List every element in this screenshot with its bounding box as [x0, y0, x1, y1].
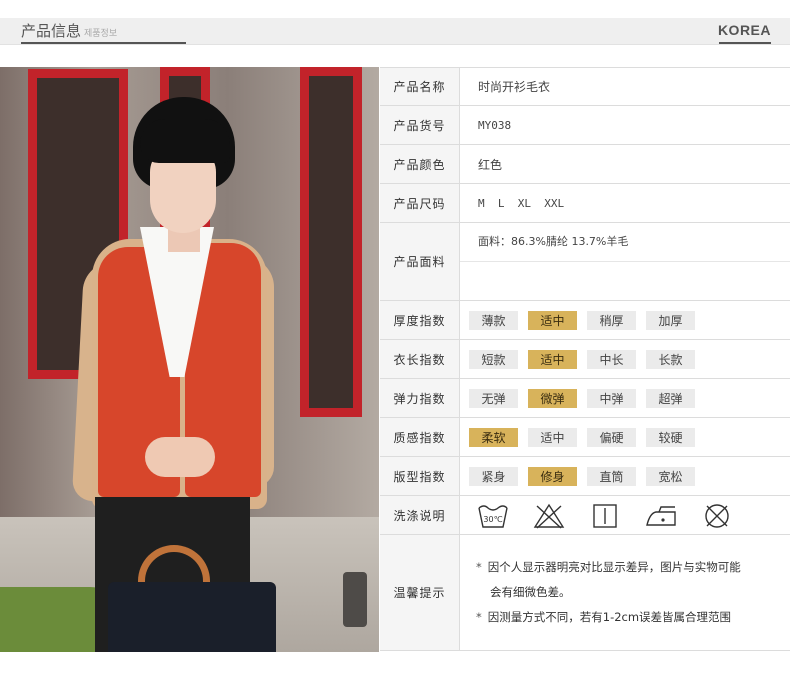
index-option: 适中 — [528, 350, 577, 369]
index-option: 长款 — [646, 350, 695, 369]
no-bleach-icon — [533, 503, 565, 529]
brand-label: KOREA — [717, 22, 771, 38]
index-label: 弹力指数 — [380, 379, 460, 417]
brand-underline — [719, 42, 771, 44]
tips-row: 温馨提示 * 因个人显示器明亮对比显示差异，图片与实物可能 会有细微色差。 * 因测… — [380, 535, 790, 651]
spec-value: 面料：86.3%腈纶 13.7%羊毛 — [478, 235, 629, 248]
index-row-texture: 质感指数 柔软 适中 偏硬 较硬 — [380, 418, 790, 457]
index-label: 衣长指数 — [380, 340, 460, 378]
index-option: 紧身 — [469, 467, 518, 486]
spec-value: 时尚开衫毛衣 — [478, 80, 551, 94]
index-options: 柔软 适中 偏硬 较硬 — [469, 428, 695, 447]
index-option: 微弹 — [528, 389, 577, 408]
index-row-thickness: 厚度指数 薄款 适中 稍厚 加厚 — [380, 301, 790, 340]
row-divider — [460, 261, 790, 262]
model-hands — [145, 437, 215, 477]
index-option: 直筒 — [587, 467, 636, 486]
index-option: 适中 — [528, 311, 577, 330]
index-option: 短款 — [469, 350, 518, 369]
index-option: 偏硬 — [587, 428, 636, 447]
tip-text: 因个人显示器明亮对比显示差异，图片与实物可能 — [487, 560, 741, 574]
tips-label: 温馨提示 — [380, 535, 460, 650]
index-option: 中弹 — [587, 389, 636, 408]
model-fringe — [140, 119, 230, 163]
low-iron-icon — [646, 506, 676, 526]
spec-row-code: 产品货号 MY038 — [380, 106, 790, 145]
wash-30-icon: 30℃ — [478, 505, 508, 528]
section-header: 产品信息 제품정보 KOREA — [0, 18, 790, 45]
line-dry-icon — [593, 504, 617, 528]
index-options: 无弹 微弹 中弹 超弹 — [469, 389, 695, 408]
spec-label: 产品尺码 — [380, 184, 460, 222]
tip-line: 会有细微色差。 — [490, 585, 571, 599]
spec-row-color: 产品颜色 红色 — [380, 145, 790, 184]
index-option: 适中 — [528, 428, 577, 447]
index-options: 短款 适中 中长 长款 — [469, 350, 695, 369]
tip-text: 因测量方式不同，若有1-2cm误差皆属合理范围 — [487, 610, 732, 624]
photo-post — [343, 572, 367, 627]
section-title: 产品信息 — [21, 22, 82, 40]
index-option: 稍厚 — [587, 311, 636, 330]
no-dry-clean-icon — [705, 504, 729, 528]
index-row-elasticity: 弹力指数 无弹 微弹 中弹 超弹 — [380, 379, 790, 418]
tip-bullet: * — [476, 610, 482, 624]
care-label: 洗涤说明 — [380, 496, 460, 534]
index-option: 较硬 — [646, 428, 695, 447]
tips-text: * 因个人显示器明亮对比显示差异，图片与实物可能 会有细微色差。 * 因测量方式不同… — [476, 555, 741, 630]
model-bag — [108, 582, 276, 652]
wash-temp-label: 30℃ — [483, 515, 502, 524]
spec-value: M L XL XXL — [478, 196, 565, 210]
spec-label: 产品名称 — [380, 68, 460, 105]
index-option: 柔软 — [469, 428, 518, 447]
spec-label: 产品颜色 — [380, 145, 460, 183]
section-subtitle: 제품정보 — [84, 29, 118, 39]
product-photo — [0, 67, 379, 652]
index-row-fit: 版型指数 紧身 修身 直筒 宽松 — [380, 457, 790, 496]
index-label: 版型指数 — [380, 457, 460, 495]
index-option: 修身 — [528, 467, 577, 486]
title-underline — [21, 42, 186, 44]
care-row: 洗涤说明 30℃ — [380, 496, 790, 535]
spec-row-fabric: 产品面料 面料：86.3%腈纶 13.7%羊毛 — [380, 223, 790, 301]
index-option: 超弹 — [646, 389, 695, 408]
index-label: 厚度指数 — [380, 301, 460, 339]
index-options: 紧身 修身 直筒 宽松 — [469, 467, 695, 486]
index-option: 加厚 — [646, 311, 695, 330]
spec-label: 产品面料 — [380, 223, 460, 300]
tip-bullet: * — [476, 560, 482, 574]
index-option: 无弹 — [469, 389, 518, 408]
index-options: 薄款 适中 稍厚 加厚 — [469, 311, 695, 330]
spec-value: MY038 — [478, 118, 512, 132]
spec-label: 产品货号 — [380, 106, 460, 144]
spec-row-name: 产品名称 时尚开衫毛衣 — [380, 67, 790, 106]
index-option: 薄款 — [469, 311, 518, 330]
tip-line: * 因测量方式不同，若有1-2cm误差皆属合理范围 — [476, 605, 741, 630]
index-option: 中长 — [587, 350, 636, 369]
photo-window-frame — [300, 67, 362, 417]
spec-value: 红色 — [478, 157, 503, 172]
spec-row-size: 产品尺码 M L XL XXL — [380, 184, 790, 223]
tip-line: * 因个人显示器明亮对比显示差异，图片与实物可能 — [476, 555, 741, 580]
index-label: 质感指数 — [380, 418, 460, 456]
index-option: 宽松 — [646, 467, 695, 486]
index-row-length: 衣长指数 短款 适中 中长 长款 — [380, 340, 790, 379]
care-icons: 30℃ — [476, 501, 734, 531]
